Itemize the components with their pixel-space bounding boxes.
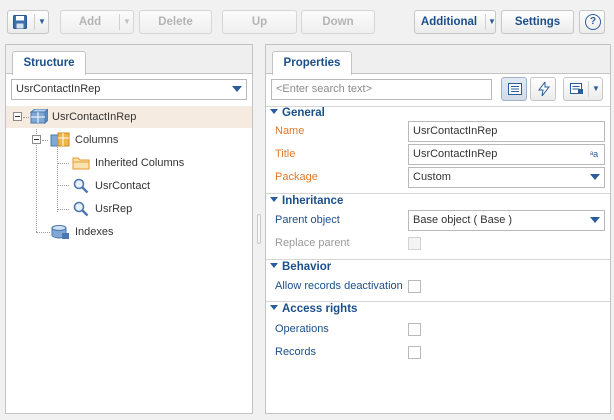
collapse-icon <box>270 263 278 268</box>
chevron-down-icon[interactable]: ▼ <box>488 11 496 33</box>
title-field-value: UsrContactInRep <box>413 148 498 160</box>
tab-structure[interactable]: Structure <box>12 51 86 75</box>
collapse-icon[interactable] <box>32 135 41 144</box>
title-label: Title <box>275 148 296 160</box>
toolbar: ▼ Add ▼ Delete Up Down Additional ▼ Sett… <box>0 0 614 44</box>
chevron-down-icon[interactable]: ▼ <box>592 78 600 100</box>
lookup-icon <box>73 178 89 194</box>
section-behavior-label: Behavior <box>282 261 332 273</box>
translate-icon[interactable]: ᵃa <box>586 147 602 162</box>
tree-node-root[interactable]: UsrContactInRep <box>6 106 252 128</box>
name-label: Name <box>275 125 305 137</box>
collapse-icon <box>270 305 278 310</box>
save-button[interactable]: ▼ <box>7 10 49 34</box>
chevron-down-icon[interactable]: ▼ <box>123 11 131 33</box>
settings-button[interactable]: Settings <box>501 10 574 34</box>
properties-tabstrip: Properties <box>266 45 610 75</box>
tree-node-inherited-columns-label: Inherited Columns <box>95 157 185 169</box>
tree-node-inherited-columns[interactable]: Inherited Columns <box>6 152 252 174</box>
folder-icon <box>72 157 90 170</box>
structure-panel: Structure UsrContactInRep UsrContactInRe… <box>5 44 253 414</box>
add-button[interactable]: Add ▼ <box>60 10 134 34</box>
replace-parent-checkbox[interactable] <box>408 237 421 250</box>
list-view-icon <box>508 83 522 95</box>
list-view-button[interactable] <box>501 77 527 101</box>
additional-button-label: Additional <box>420 16 478 28</box>
operations-checkbox[interactable] <box>408 323 421 336</box>
tree-node-columns-label: Columns <box>75 134 119 146</box>
up-button[interactable]: Up <box>222 10 297 34</box>
name-field-value: UsrContactInRep <box>413 125 498 137</box>
tab-properties[interactable]: Properties <box>272 51 352 75</box>
section-behavior[interactable]: Behavior <box>270 261 331 273</box>
add-button-label: Add <box>78 16 102 28</box>
tree-node-usr-rep[interactable]: UsrRep <box>6 198 252 220</box>
view-options-button[interactable]: ▼ <box>563 77 603 101</box>
collapse-icon[interactable] <box>13 112 22 121</box>
additional-button[interactable]: Additional ▼ <box>414 10 496 34</box>
operations-label: Operations <box>275 323 329 335</box>
tree-node-usr-contact[interactable]: UsrContact <box>6 175 252 197</box>
allow-deactivation-checkbox[interactable] <box>408 280 421 293</box>
replace-parent-label: Replace parent <box>275 237 350 249</box>
records-label: Records <box>275 346 316 358</box>
lightning-icon <box>538 82 550 96</box>
lookup-icon <box>73 201 89 217</box>
chevron-down-icon[interactable] <box>232 86 242 92</box>
tree-node-columns[interactable]: Columns <box>6 129 252 151</box>
chevron-down-icon[interactable] <box>590 217 600 223</box>
view-options-icon <box>570 83 583 94</box>
package-label: Package <box>275 171 318 183</box>
parent-object-select[interactable]: Base object ( Base ) <box>408 210 605 231</box>
collapse-icon <box>270 197 278 202</box>
schema-selector-value: UsrContactInRep <box>16 83 101 95</box>
tree-node-indexes[interactable]: Indexes <box>6 221 252 243</box>
down-button[interactable]: Down <box>301 10 375 34</box>
panel-splitter[interactable] <box>255 44 263 414</box>
section-general-label: General <box>282 107 325 119</box>
records-checkbox[interactable] <box>408 346 421 359</box>
package-select-value: Custom <box>413 171 451 183</box>
splitter-grip[interactable] <box>257 214 261 244</box>
indexes-icon <box>51 225 69 239</box>
help-icon: ? <box>585 14 601 30</box>
schema-selector[interactable]: UsrContactInRep <box>11 79 247 100</box>
title-field[interactable]: UsrContactInRep ᵃa <box>408 144 605 165</box>
tree-node-usr-contact-label: UsrContact <box>95 180 151 192</box>
properties-panel: Properties <Enter search text> ▼ General… <box>265 44 611 414</box>
object-icon <box>30 109 48 125</box>
chevron-down-icon[interactable] <box>590 174 600 180</box>
name-field[interactable]: UsrContactInRep <box>408 121 605 142</box>
allow-deactivation-label: Allow records deactivation <box>275 280 403 292</box>
chevron-down-icon[interactable]: ▼ <box>38 11 46 33</box>
save-icon <box>13 15 27 29</box>
package-select[interactable]: Custom <box>408 167 605 188</box>
columns-icon <box>50 132 70 147</box>
section-general[interactable]: General <box>270 107 325 119</box>
section-inheritance[interactable]: Inheritance <box>270 195 343 207</box>
properties-search-input[interactable]: <Enter search text> <box>271 79 492 100</box>
parent-object-select-value: Base object ( Base ) <box>413 214 513 226</box>
tree-node-root-label: UsrContactInRep <box>52 111 137 123</box>
section-access-rights-label: Access rights <box>282 303 358 315</box>
events-button[interactable] <box>530 77 556 101</box>
section-access-rights[interactable]: Access rights <box>270 303 357 315</box>
help-button[interactable]: ? <box>579 10 605 34</box>
tree-node-usr-rep-label: UsrRep <box>95 203 133 215</box>
structure-tabstrip: Structure <box>6 45 252 75</box>
collapse-icon <box>270 109 278 114</box>
delete-button[interactable]: Delete <box>139 10 212 34</box>
section-inheritance-label: Inheritance <box>282 195 344 207</box>
tree-node-indexes-label: Indexes <box>75 226 114 238</box>
parent-object-label: Parent object <box>275 214 340 226</box>
